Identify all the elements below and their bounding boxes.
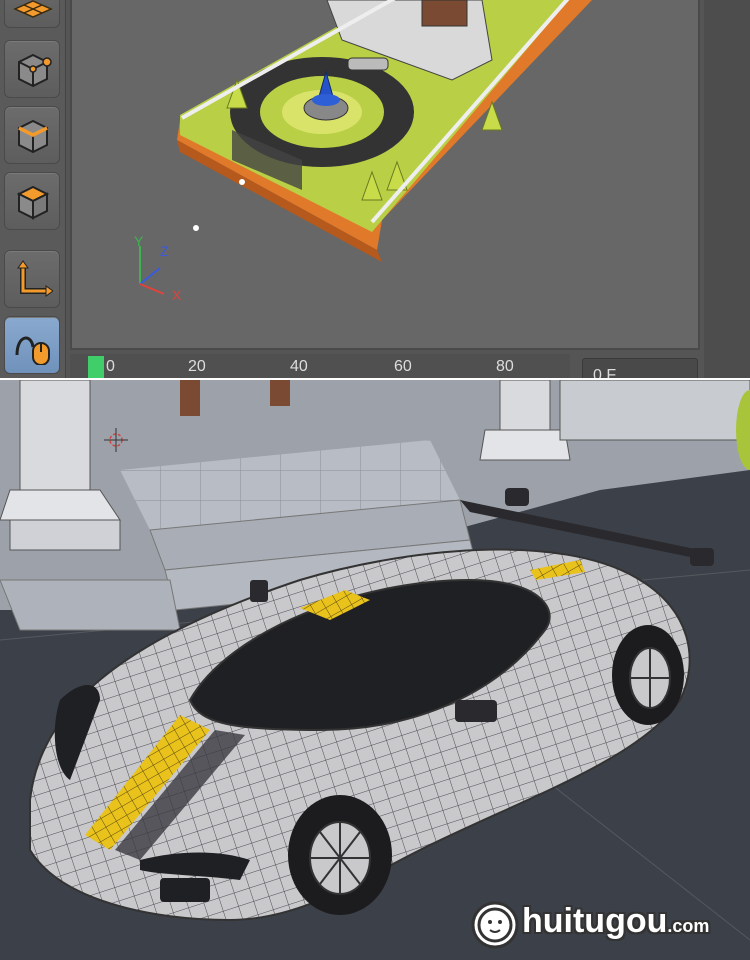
- axis-mode-button[interactable]: [4, 250, 60, 308]
- watermark-brand: huitugou: [522, 902, 668, 940]
- watermark-suffix: .com: [667, 916, 710, 936]
- 3d-viewport[interactable]: Y Z X: [70, 0, 700, 350]
- edges-mode-button[interactable]: [4, 106, 60, 164]
- orange-grid-icon: [13, 0, 53, 18]
- 3d-cursor-icon: [104, 428, 128, 452]
- grid-tool-button[interactable]: [4, 0, 60, 28]
- timeline-tick: 40: [290, 358, 308, 375]
- playhead[interactable]: [88, 356, 104, 378]
- frame-value: 0 F: [593, 367, 617, 378]
- tweak-mode-button[interactable]: [4, 316, 60, 374]
- watermark-text: huitugou.com: [522, 902, 709, 941]
- timeline-tick: 20: [188, 358, 206, 375]
- timeline-tick: 80: [496, 358, 514, 375]
- points-mode-button[interactable]: [4, 40, 60, 98]
- mouse-icon: [15, 336, 50, 365]
- axis-icon: [17, 260, 53, 297]
- right-panel-edge: [704, 0, 750, 378]
- car-render-view: [0, 380, 750, 960]
- timeline-tick: 0: [106, 358, 115, 375]
- cube-polygons-icon: [16, 185, 50, 220]
- frame-input[interactable]: 0 F: [582, 358, 698, 378]
- left-toolbar: [0, 0, 66, 378]
- axis-x-label: X: [172, 287, 182, 302]
- app-window: Y Z X ⠿ 0 20 40 60 80 0 F: [0, 0, 750, 378]
- axis-y-label: Y: [134, 233, 144, 249]
- watermark-logo: huitugou.com: [470, 898, 740, 954]
- axis-z-label: Z: [160, 243, 169, 259]
- car-wireframe-scene: [0, 380, 750, 960]
- timeline-tick: 60: [394, 358, 412, 375]
- bear-face-icon: [471, 901, 519, 949]
- cube-points-icon: [18, 53, 52, 88]
- timeline-ruler[interactable]: 0 20 40 60 80: [70, 354, 570, 378]
- polygons-mode-button[interactable]: [4, 172, 60, 230]
- axis-gizmo: Y Z X: [134, 233, 182, 302]
- cube-edges-icon: [18, 119, 48, 154]
